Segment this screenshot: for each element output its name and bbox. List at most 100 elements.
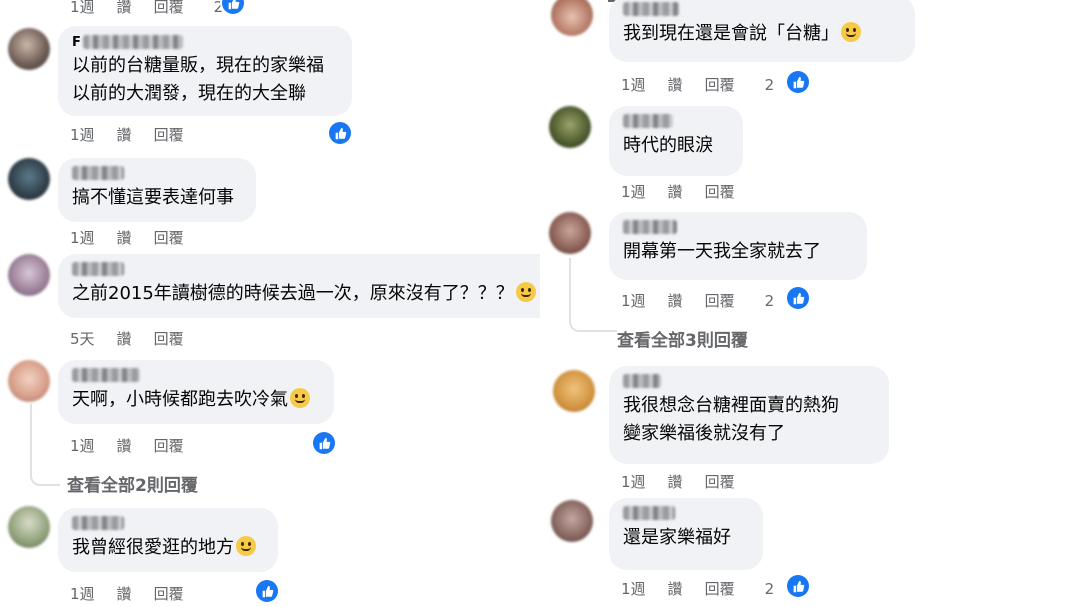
comment-text: 以前的大潤發，現在的大全聯 — [72, 83, 306, 104]
reply-link[interactable]: 回覆 — [154, 227, 184, 248]
comment-time[interactable]: 1週 — [70, 0, 95, 17]
avatar[interactable] — [549, 212, 591, 254]
comment-text: 開幕第一天我全家就去了 — [623, 241, 821, 262]
like-icon — [313, 432, 335, 454]
comment-time[interactable]: 1週 — [70, 227, 95, 248]
like-link[interactable]: 讚 — [117, 0, 132, 17]
comment-bubble: 我到現在還是會說「台糖」 — [609, 0, 915, 62]
emoji-icon — [515, 282, 536, 302]
comment-actions: 1週 讚 回覆 — [621, 471, 757, 492]
avatar[interactable] — [8, 254, 50, 296]
comment-actions: 1週 讚 回覆 2 — [70, 0, 227, 17]
reply-link[interactable]: 回覆 — [154, 124, 184, 145]
comment-actions: 1週 讚 回覆 — [621, 181, 757, 202]
comment-text: 天啊，小時候都跑去吹冷氣 — [72, 386, 320, 414]
like-link[interactable]: 讚 — [117, 583, 132, 604]
reply-link[interactable]: 回覆 — [154, 0, 184, 17]
comment-bubble: 時代的眼淚 — [609, 106, 743, 176]
comment-text: 我到現在還是會說「台糖」 — [623, 20, 901, 48]
reply-link[interactable]: 回覆 — [705, 471, 735, 492]
commenter-name[interactable] — [72, 368, 140, 382]
like-link[interactable]: 讚 — [117, 435, 132, 456]
avatar[interactable] — [8, 28, 50, 70]
comment-time[interactable]: 1週 — [70, 583, 95, 604]
avatar[interactable] — [553, 370, 595, 412]
comment-time[interactable]: 1週 — [70, 435, 95, 456]
avatar[interactable] — [8, 360, 50, 402]
reply-link[interactable]: 回覆 — [705, 74, 735, 95]
comment-text: 之前2015年讀樹德的時候去過一次，原來沒有了？？？ — [72, 280, 540, 308]
reaction-count[interactable]: 2 — [765, 292, 775, 310]
reply-link[interactable]: 回覆 — [705, 290, 735, 311]
comment-actions: 1週 讚 回覆 2 — [621, 578, 778, 599]
commenter-name[interactable]: F — [72, 34, 338, 50]
comment-bubble: 天啊，小時候都跑去吹冷氣 — [58, 360, 334, 424]
like-link[interactable]: 讚 — [668, 74, 683, 95]
comment-bubble: 之前2015年讀樹德的時候去過一次，原來沒有了？？？ — [58, 254, 540, 318]
reaction-count[interactable]: 2 — [765, 580, 775, 598]
avatar[interactable] — [8, 506, 50, 548]
view-all-replies-link[interactable]: 查看全部3則回覆 — [617, 326, 748, 351]
reply-link[interactable]: 回覆 — [705, 181, 735, 202]
comment-actions: 1週 讚 回覆 — [70, 435, 206, 456]
comment-bubble: 我很想念台糖裡面賣的熱狗 變家樂福後就沒有了 — [609, 366, 889, 464]
comment-text: 變家樂福後就沒有了 — [623, 423, 785, 444]
avatar[interactable] — [549, 106, 591, 148]
comment-bubble: 搞不懂這要表達何事 — [58, 158, 256, 222]
commenter-name[interactable] — [72, 166, 124, 180]
like-icon — [256, 580, 278, 602]
view-all-replies-link[interactable]: 查看全部2則回覆 — [67, 471, 198, 496]
avatar[interactable] — [8, 158, 50, 200]
avatar[interactable] — [551, 500, 593, 542]
commenter-name[interactable] — [623, 220, 677, 234]
like-icon — [787, 287, 809, 309]
reply-link[interactable]: 回覆 — [154, 583, 184, 604]
like-link[interactable]: 讚 — [117, 124, 132, 145]
emoji-icon — [841, 22, 861, 42]
commenter-name[interactable] — [623, 506, 675, 520]
like-link[interactable]: 讚 — [668, 471, 683, 492]
comment-actions: 1週 讚 回覆 — [70, 583, 206, 604]
comment-bubble: 開幕第一天我全家就去了 — [609, 212, 867, 280]
comment-actions: 5天 讚 回覆 — [70, 328, 206, 349]
comment-time[interactable]: 1週 — [70, 124, 95, 145]
comment-actions: 1週 讚 回覆 — [70, 227, 206, 248]
emoji-icon — [290, 388, 310, 408]
reply-link[interactable]: 回覆 — [154, 435, 184, 456]
like-link[interactable]: 讚 — [668, 578, 683, 599]
comment-actions: 1週 讚 回覆 — [70, 124, 206, 145]
comment-bubble: 還是家樂福好 — [609, 498, 763, 570]
avatar[interactable] — [551, 0, 593, 36]
comment-time[interactable]: 1週 — [621, 181, 646, 202]
commenter-name[interactable] — [72, 516, 124, 530]
comment-time[interactable]: 1週 — [621, 290, 646, 311]
comment-actions: 1週 讚 回覆 2 — [621, 290, 778, 311]
commenter-name[interactable] — [623, 114, 673, 128]
comment-text: 還是家樂福好 — [623, 527, 731, 548]
comment-time[interactable]: 5天 — [70, 328, 95, 349]
comment-bubble: F 以前的台糖量販，現在的家樂福 以前的大潤發，現在的大全聯 — [58, 26, 352, 116]
like-icon — [787, 575, 809, 597]
comment-time[interactable]: 1週 — [621, 74, 646, 95]
comments-column-left: 1週 讚 回覆 2 F 以前的台糖量販，現在的家樂福 以前的大潤發，現在的大全聯… — [0, 0, 540, 607]
like-link[interactable]: 讚 — [117, 227, 132, 248]
comments-column-right: 我到現在還是會說「台糖」 1週 讚 回覆 2 時代的眼淚 1週 讚 回覆 開幕第… — [545, 0, 1080, 607]
comment-time[interactable]: 1週 — [621, 578, 646, 599]
comment-text: 以前的台糖量販，現在的家樂福 — [72, 55, 324, 76]
reply-link[interactable]: 回覆 — [154, 328, 184, 349]
like-link[interactable]: 讚 — [668, 181, 683, 202]
comment-actions: 1週 讚 回覆 2 — [621, 74, 778, 95]
like-link[interactable]: 讚 — [117, 328, 132, 349]
comment-time[interactable]: 1週 — [621, 471, 646, 492]
like-link[interactable]: 讚 — [668, 290, 683, 311]
comment-text: 時代的眼淚 — [623, 135, 713, 156]
commenter-name[interactable] — [72, 262, 124, 276]
like-icon — [329, 122, 351, 144]
reply-link[interactable]: 回覆 — [705, 578, 735, 599]
commenter-name[interactable] — [623, 2, 679, 16]
comment-text: 搞不懂這要表達何事 — [72, 187, 234, 208]
like-icon — [787, 71, 809, 93]
comment-text: 我曾經很愛逛的地方 — [72, 534, 264, 562]
commenter-name[interactable] — [623, 374, 661, 388]
reaction-count[interactable]: 2 — [765, 76, 775, 94]
